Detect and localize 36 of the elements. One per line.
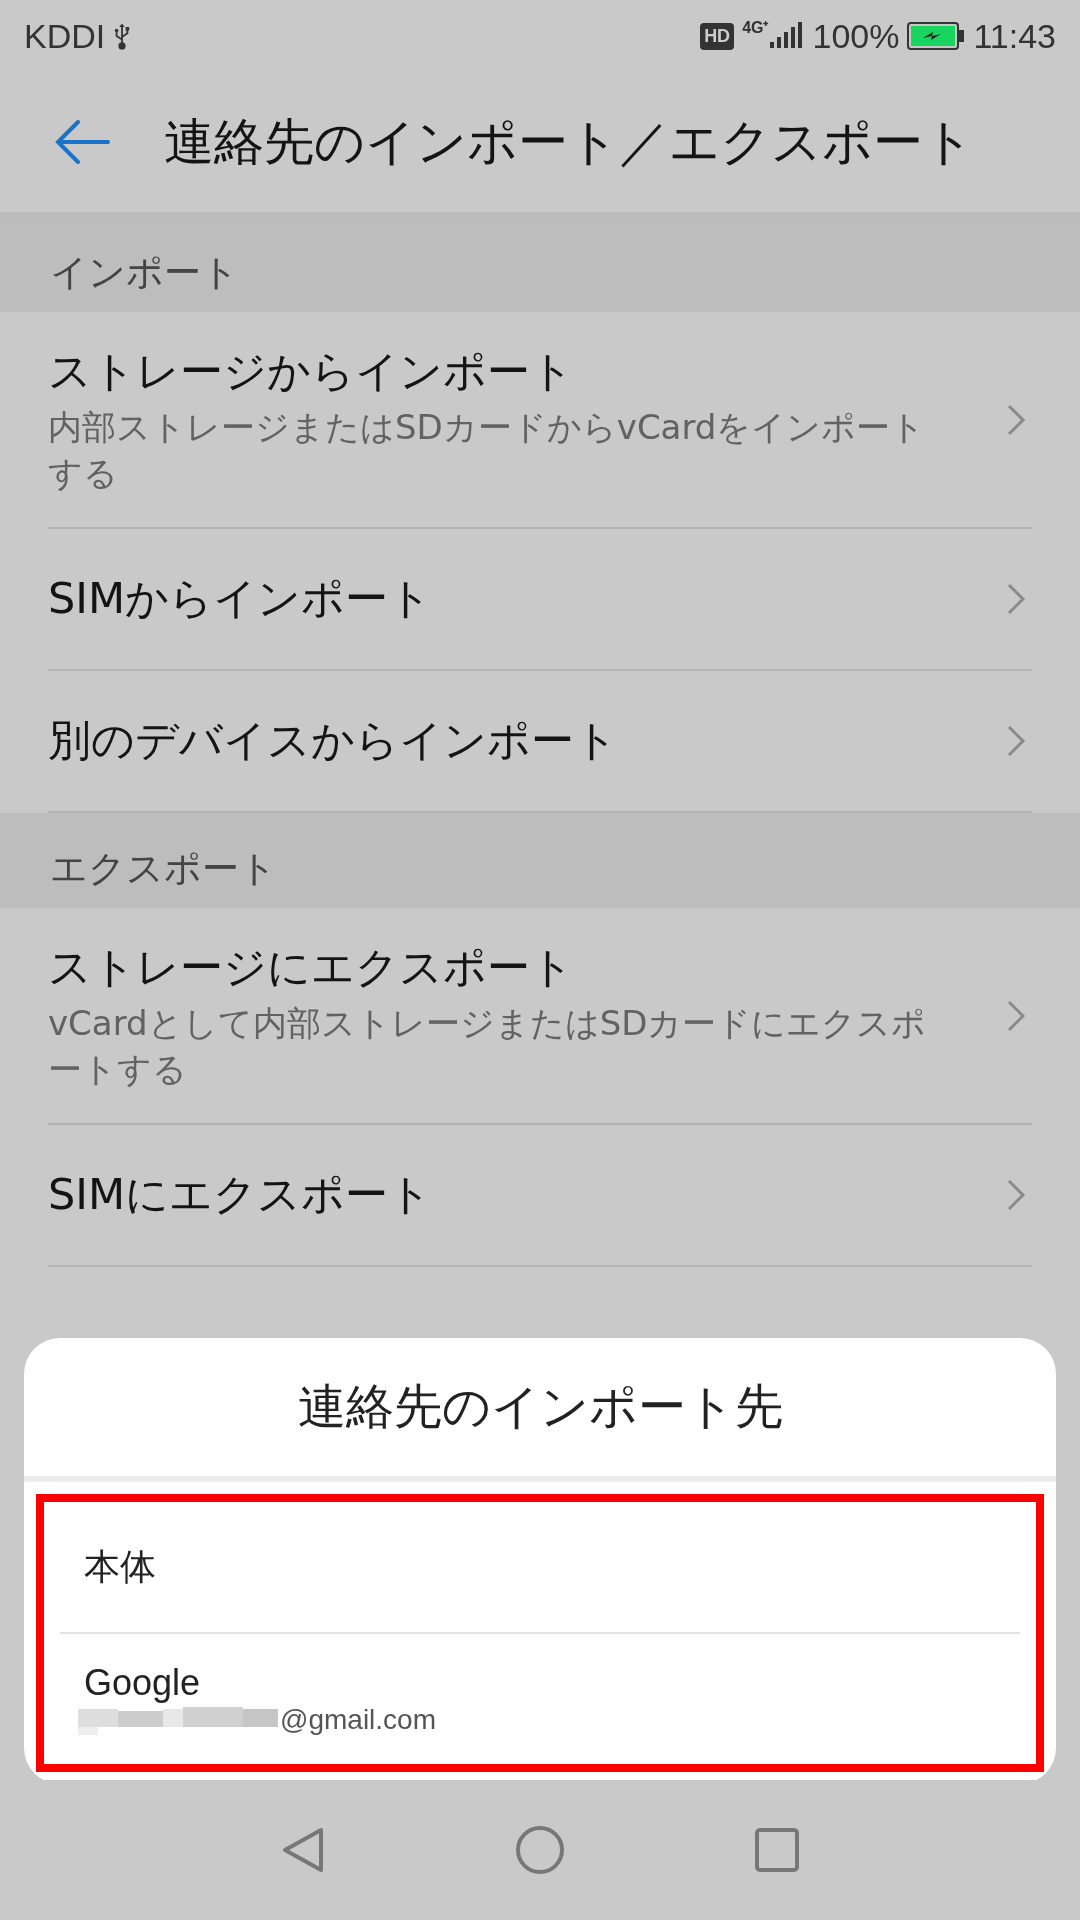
chevron-icon — [1006, 724, 1026, 758]
chevron-icon — [1006, 582, 1026, 616]
clock: 11:43 — [973, 16, 1056, 56]
back-arrow-icon[interactable] — [54, 120, 110, 164]
chevron-icon — [1006, 402, 1026, 437]
option-label: 本体 — [84, 1544, 157, 1589]
back-nav-icon[interactable] — [281, 1826, 325, 1874]
recents-nav-icon[interactable] — [755, 1828, 799, 1872]
destination-option[interactable]: 本体 — [44, 1502, 1036, 1632]
chevron-icon — [1006, 998, 1026, 1033]
row-title: SIMからインポート — [48, 572, 434, 625]
dialog-title: 連絡先のインポート先 — [297, 1377, 783, 1436]
settings-row[interactable]: ストレージからインポート 内部ストレージまたはSDカードからvCardをインポートする — [48, 312, 1032, 529]
row-title: SIMにエクスポート — [48, 1168, 434, 1221]
chevron-icon — [1006, 1178, 1026, 1212]
section-header: エクスポート — [50, 846, 277, 892]
row-title: ストレージからインポート — [48, 344, 575, 398]
row-title: 別のデバイスからインポート — [48, 714, 619, 767]
row-title: ストレージにエクスポート — [48, 940, 575, 994]
network-type: 4G⁺ — [742, 18, 769, 38]
battery-percent: 100% — [812, 16, 900, 56]
battery-icon — [907, 22, 966, 50]
home-nav-icon[interactable] — [515, 1825, 565, 1875]
row-subtitle: 内部ストレージまたはSDカードからvCardをインポートする — [48, 405, 927, 495]
settings-row[interactable]: SIMにエクスポート — [48, 1125, 1032, 1267]
settings-row[interactable]: ストレージにエクスポート vCardとして内部ストレージまたはSDカードにエクスポートする — [48, 908, 1032, 1125]
option-label: Google — [84, 1662, 202, 1704]
hd-badge: HD — [700, 22, 735, 50]
destination-option[interactable]: Google @gmail.com — [44, 1634, 1036, 1764]
screen-title: 連絡先のインポート／エクスポート — [164, 111, 974, 173]
section-header: インポート — [50, 250, 239, 296]
settings-row[interactable]: SIMからインポート — [48, 529, 1032, 671]
row-subtitle: vCardとして内部ストレージまたはSDカードにエクスポートする — [48, 1001, 928, 1091]
signal-icon — [770, 22, 803, 50]
carrier-name: KDDI — [24, 16, 106, 56]
account-email: @gmail.com — [280, 1704, 436, 1736]
